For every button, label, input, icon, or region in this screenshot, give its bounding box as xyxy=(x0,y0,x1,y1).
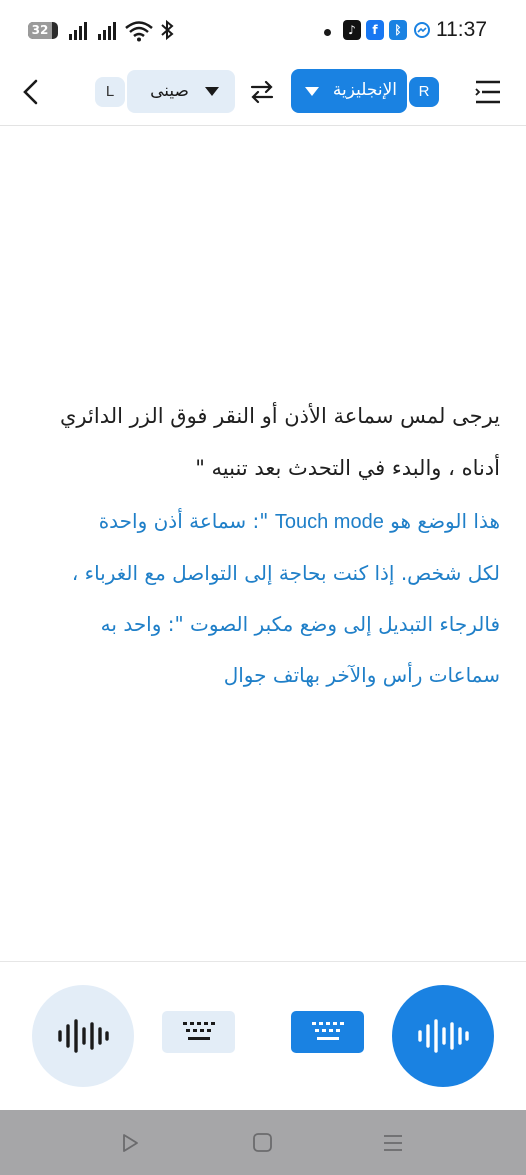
signal-icon xyxy=(69,22,87,40)
tiktok-icon: ♪ xyxy=(343,20,361,40)
conversation-area: يرجى لمس سماعة الأذن أو النقر فوق الزر ا… xyxy=(30,390,500,701)
battery-level: 32 xyxy=(28,22,52,39)
touch-mode-label: Touch mode xyxy=(274,511,384,533)
facebook-icon: f xyxy=(366,20,384,40)
mode-line: هذا الوضع هو Touch mode ": سماعة أذن واح… xyxy=(98,509,500,533)
status-bar: 32 ♪ f ᛒ 11:37 xyxy=(0,0,526,60)
menu-icon[interactable] xyxy=(472,78,504,106)
left-side-badge: L xyxy=(95,77,125,107)
right-speak-button[interactable] xyxy=(392,985,494,1087)
wifi-icon xyxy=(125,21,153,42)
source-language-label: صينى xyxy=(150,81,189,101)
divider xyxy=(0,961,526,962)
voice-wave-icon xyxy=(418,1019,469,1053)
target-language-selector[interactable]: الإنجليزية xyxy=(291,69,407,113)
clock: 11:37 xyxy=(436,18,487,41)
mode-line: لكل شخص. إذا كنت بحاجة إلى التواصل مع ال… xyxy=(71,561,500,585)
dropdown-triangle-icon xyxy=(205,87,219,96)
swap-arrows-icon[interactable] xyxy=(248,78,276,106)
left-speak-button[interactable] xyxy=(32,985,134,1087)
signal-icon xyxy=(98,22,116,40)
bluetooth-icon: ᛒ xyxy=(389,20,407,40)
right-side-badge: R xyxy=(409,77,439,107)
left-keyboard-button[interactable] xyxy=(162,1011,235,1053)
battery-icon: 32 xyxy=(28,22,58,39)
notification-dot-icon xyxy=(324,29,331,36)
source-language-selector[interactable]: صينى xyxy=(127,70,235,113)
mode-line: سماعات رأس والآخر بهاتف جوال xyxy=(223,663,500,687)
bluetooth-icon xyxy=(161,19,174,41)
instruction-line: يرجى لمس سماعة الأذن أو النقر فوق الزر ا… xyxy=(60,404,500,428)
system-navigation-bar xyxy=(0,1110,526,1175)
right-keyboard-button[interactable] xyxy=(291,1011,364,1053)
messenger-icon xyxy=(414,22,430,38)
chevron-left-icon[interactable] xyxy=(14,74,50,110)
instruction-text: يرجى لمس سماعة الأذن أو النقر فوق الزر ا… xyxy=(30,390,500,494)
mode-description: هذا الوضع هو Touch mode ": سماعة أذن واح… xyxy=(30,496,500,701)
app-toolbar: L صينى الإنجليزية R xyxy=(0,60,526,126)
back-triangle-icon[interactable] xyxy=(119,1131,141,1155)
dropdown-triangle-icon xyxy=(305,87,319,96)
target-language-label: الإنجليزية xyxy=(332,80,397,100)
recent-apps-icon[interactable] xyxy=(382,1132,404,1154)
mode-line: فالرجاء التبديل إلى وضع مكبر الصوت ": وا… xyxy=(100,612,500,636)
keyboard-icon xyxy=(312,1022,344,1040)
home-square-icon[interactable] xyxy=(252,1132,273,1153)
voice-wave-icon xyxy=(58,1019,109,1053)
keyboard-icon xyxy=(183,1022,215,1040)
instruction-line: أدناه ، والبدء في التحدث بعد تنبيه " xyxy=(195,456,500,480)
